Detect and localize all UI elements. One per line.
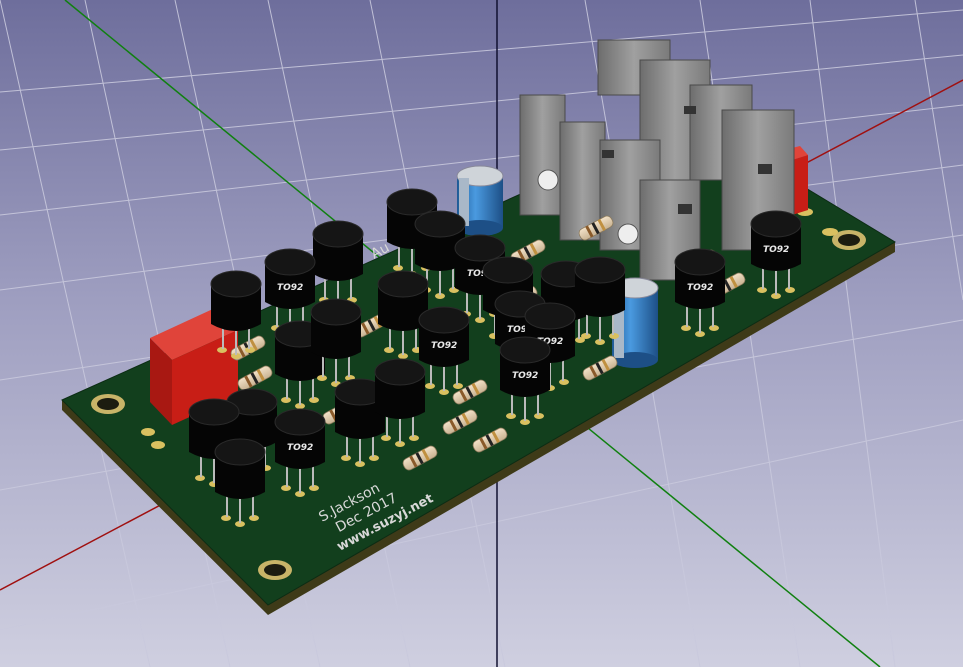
- to92-label: TO92: [687, 283, 713, 293]
- pcb-3d-render: S.Jackson Dec 2017 www.suzyj.net Au TO92…: [0, 0, 963, 667]
- to92-label: TO92: [287, 443, 313, 453]
- to92-label: TO92: [277, 283, 303, 293]
- to92-label: TO92: [512, 371, 538, 381]
- to92-label: TO92: [763, 245, 789, 255]
- 3d-viewport[interactable]: S.Jackson Dec 2017 www.suzyj.net Au TO92…: [0, 0, 963, 667]
- to92-label: TO92: [431, 341, 457, 351]
